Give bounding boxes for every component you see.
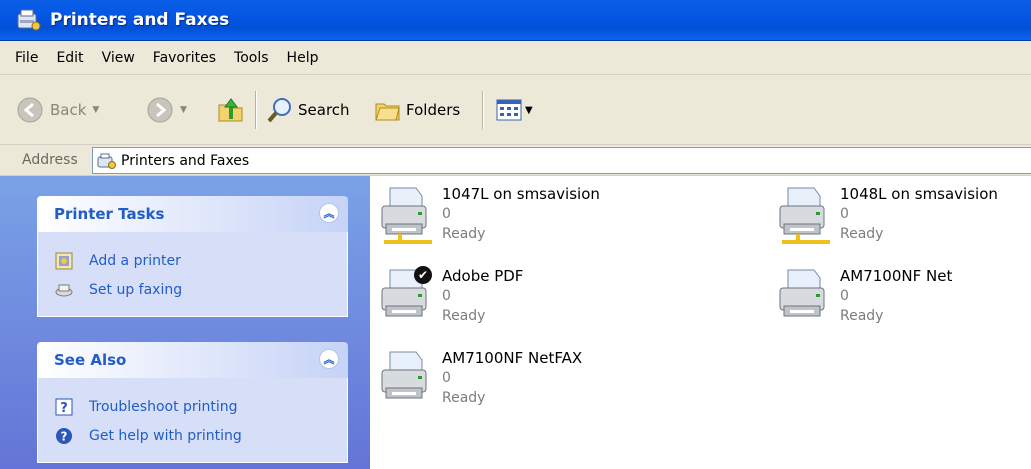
fax-icon (55, 281, 73, 299)
see-also-header[interactable]: See Also ︽ (37, 342, 348, 378)
printer-doc-count: 0 (442, 206, 451, 222)
title-bar[interactable]: Printers and Faxes (0, 0, 1031, 41)
back-label: Back (50, 101, 87, 119)
search-label: Search (298, 101, 350, 119)
panel-title: See Also (54, 351, 127, 369)
network-printer-icon (376, 184, 440, 248)
task-label: Get help with printing (89, 427, 242, 444)
printer-item[interactable]: 1048L on smsavision 0 Ready (774, 184, 998, 264)
printer-doc-count: 0 (442, 370, 451, 386)
see-also-body: ? Troubleshoot printing ? Get help with … (37, 378, 348, 463)
setup-faxing-link[interactable]: Set up faxing (55, 275, 347, 304)
task-label: Troubleshoot printing (89, 398, 238, 415)
printer-doc-count: 0 (442, 288, 451, 304)
address-value: Printers and Faxes (121, 152, 250, 169)
search-icon (267, 98, 291, 123)
menu-edit[interactable]: Edit (47, 41, 92, 75)
toolbar-separator (255, 91, 257, 129)
toolbar: Back ▼ ▼ Search Folders ▼ (0, 75, 1031, 145)
help-circle-icon: ? (55, 427, 73, 445)
printer-status: Ready (442, 226, 486, 242)
task-pane: Printer Tasks ︽ Add a printer Set up fax… (0, 176, 370, 469)
folders-label: Folders (406, 101, 461, 119)
printer-info: AM7100NF NetFAX 0 Ready (442, 348, 582, 428)
back-dropdown-icon[interactable]: ▼ (92, 105, 99, 115)
printer-status: Ready (840, 308, 884, 324)
up-folder-button[interactable] (216, 93, 246, 127)
panel-title: Printer Tasks (54, 205, 165, 223)
printers-folder-icon (17, 9, 41, 31)
printer-name: 1048L on smsavision (840, 185, 998, 203)
troubleshoot-printing-link[interactable]: ? Troubleshoot printing (55, 392, 347, 421)
printer-info: AM7100NF Net 0 Ready (840, 266, 952, 346)
menu-help[interactable]: Help (278, 41, 328, 75)
printer-name: AM7100NF NetFAX (442, 349, 583, 367)
add-printer-link[interactable]: Add a printer (55, 246, 347, 275)
address-field[interactable]: Printers and Faxes (92, 147, 1031, 174)
menu-bar: File Edit View Favorites Tools Help (0, 41, 1031, 75)
collapse-chevron-icon[interactable]: ︽ (319, 349, 339, 369)
task-label: Add a printer (89, 252, 181, 269)
forward-arrow-icon (147, 97, 173, 123)
back-arrow-icon (17, 97, 43, 123)
help-question-icon: ? (55, 398, 73, 416)
printer-tasks-header[interactable]: Printer Tasks ︽ (37, 196, 348, 232)
printer-doc-count: 0 (840, 206, 849, 222)
forward-dropdown-icon[interactable]: ▼ (180, 105, 187, 115)
printer-tasks-panel: Printer Tasks ︽ Add a printer Set up fax… (37, 196, 348, 317)
printer-name: 1047L on smsavision (442, 185, 600, 203)
printer-item[interactable]: 1047L on smsavision 0 Ready (376, 184, 600, 264)
printer-info: 1048L on smsavision 0 Ready (840, 184, 998, 264)
folders-button[interactable]: Folders (374, 93, 460, 127)
forward-button[interactable]: ▼ (146, 93, 187, 127)
menu-view[interactable]: View (93, 41, 144, 75)
svg-text:?: ? (61, 429, 68, 443)
task-label: Set up faxing (89, 281, 183, 298)
address-label: Address (22, 152, 78, 168)
menu-favorites[interactable]: Favorites (144, 41, 225, 75)
printer-info: 1047L on smsavision 0 Ready (442, 184, 600, 264)
collapse-chevron-icon[interactable]: ︽ (319, 203, 339, 223)
network-printer-icon (774, 184, 838, 248)
printer-name: AM7100NF Net (840, 267, 953, 285)
views-icon (496, 99, 522, 121)
printers-folder-icon (97, 153, 116, 169)
window-title: Printers and Faxes (50, 10, 230, 30)
address-bar: Address Printers and Faxes (0, 145, 1031, 176)
printer-name: Adobe PDF (442, 267, 524, 285)
printer-icon (774, 266, 838, 330)
views-button[interactable]: ▼ (495, 93, 533, 127)
views-dropdown-icon[interactable]: ▼ (525, 105, 533, 116)
add-printer-icon (55, 252, 73, 270)
back-button[interactable]: Back ▼ (16, 93, 99, 127)
printer-tasks-body: Add a printer Set up faxing (37, 232, 348, 317)
svg-text:?: ? (60, 401, 68, 416)
printer-item[interactable]: ✔ Adobe PDF 0 Ready (376, 266, 523, 346)
menu-tools[interactable]: Tools (225, 41, 278, 75)
printer-info: Adobe PDF 0 Ready (442, 266, 523, 346)
search-button[interactable]: Search (266, 93, 350, 127)
printer-doc-count: 0 (840, 288, 849, 304)
printer-list: 1047L on smsavision 0 Ready 1048L on sms… (370, 176, 1031, 469)
get-help-printing-link[interactable]: ? Get help with printing (55, 421, 347, 450)
printer-item[interactable]: AM7100NF NetFAX 0 Ready (376, 348, 582, 428)
folders-icon (375, 103, 400, 121)
menu-file[interactable]: File (6, 41, 47, 75)
printer-status: Ready (442, 390, 486, 406)
printer-status: Ready (840, 226, 884, 242)
toolbar-separator (482, 91, 484, 129)
fax-printer-icon (376, 348, 440, 412)
default-printer-check-icon: ✔ (414, 266, 432, 284)
printer-item[interactable]: AM7100NF Net 0 Ready (774, 266, 952, 346)
printer-status: Ready (442, 308, 486, 324)
printer-icon: ✔ (376, 266, 440, 330)
see-also-panel: See Also ︽ ? Troubleshoot printing ? Get… (37, 342, 348, 463)
up-folder-icon (218, 98, 243, 122)
